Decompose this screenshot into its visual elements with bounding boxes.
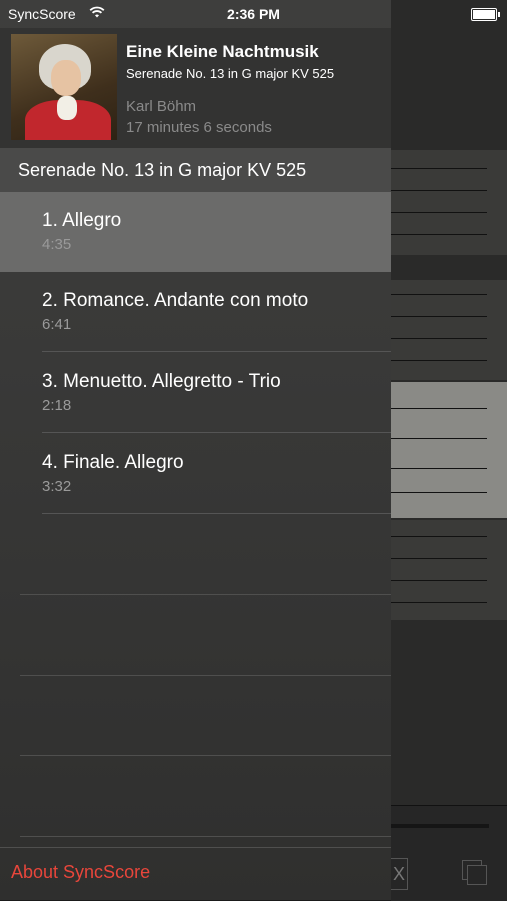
- score-page-highlighted: [391, 382, 507, 518]
- track-name: 1. Allegro: [42, 210, 122, 231]
- track-row-4[interactable]: 4. Finale. Allegro 3:32: [0, 434, 391, 514]
- close-button[interactable]: X: [391, 858, 408, 890]
- battery-icon: [471, 8, 500, 21]
- panel-footer: About SyncScore: [0, 847, 391, 901]
- playback-slider[interactable]: [391, 824, 489, 828]
- album-header: Eine Kleine Nachtmusik Serenade No. 13 i…: [0, 28, 391, 148]
- track-time: 3:32: [42, 478, 72, 495]
- track-row-2[interactable]: 2. Romance. Andante con moto 6:41: [0, 272, 391, 352]
- track-time: 2:18: [42, 397, 72, 414]
- divider: [42, 432, 391, 433]
- track-name: 3. Menuetto. Allegretto - Trio: [42, 371, 281, 392]
- album-art: [11, 34, 117, 140]
- section-header: Serenade No. 13 in G major KV 525: [0, 148, 391, 192]
- status-bar: SyncScore 2:36 PM: [0, 0, 507, 28]
- divider: [20, 675, 391, 676]
- score-page: [391, 280, 507, 380]
- track-row-1[interactable]: 1. Allegro 4:35: [0, 192, 391, 272]
- score-page: [391, 150, 507, 255]
- divider: [20, 755, 391, 756]
- total-duration: 17 minutes 6 seconds: [126, 119, 272, 136]
- score-page: [391, 520, 507, 620]
- album-title: Eine Kleine Nachtmusik: [126, 42, 319, 61]
- divider: [42, 513, 391, 514]
- album-subtitle: Serenade No. 13 in G major KV 525: [126, 66, 335, 81]
- performer-name: Karl Böhm: [126, 98, 197, 115]
- track-row-3[interactable]: 3. Menuetto. Allegretto - Trio 2:18: [0, 353, 391, 433]
- divider: [20, 594, 391, 595]
- score-toolbar: [391, 805, 507, 901]
- section-title: Serenade No. 13 in G major KV 525: [18, 160, 307, 180]
- track-list-panel: Eine Kleine Nachtmusik Serenade No. 13 i…: [0, 0, 391, 900]
- track-time: 6:41: [42, 316, 72, 333]
- divider: [20, 836, 391, 837]
- track-name: 2. Romance. Andante con moto: [42, 290, 309, 311]
- track-name: 4. Finale. Allegro: [42, 452, 184, 473]
- pages-icon[interactable]: [462, 860, 487, 885]
- score-view[interactable]: [391, 0, 507, 900]
- track-time: 4:35: [42, 236, 72, 253]
- status-time: 2:36 PM: [227, 6, 280, 22]
- divider: [42, 351, 391, 352]
- about-link[interactable]: About SyncScore: [11, 862, 150, 883]
